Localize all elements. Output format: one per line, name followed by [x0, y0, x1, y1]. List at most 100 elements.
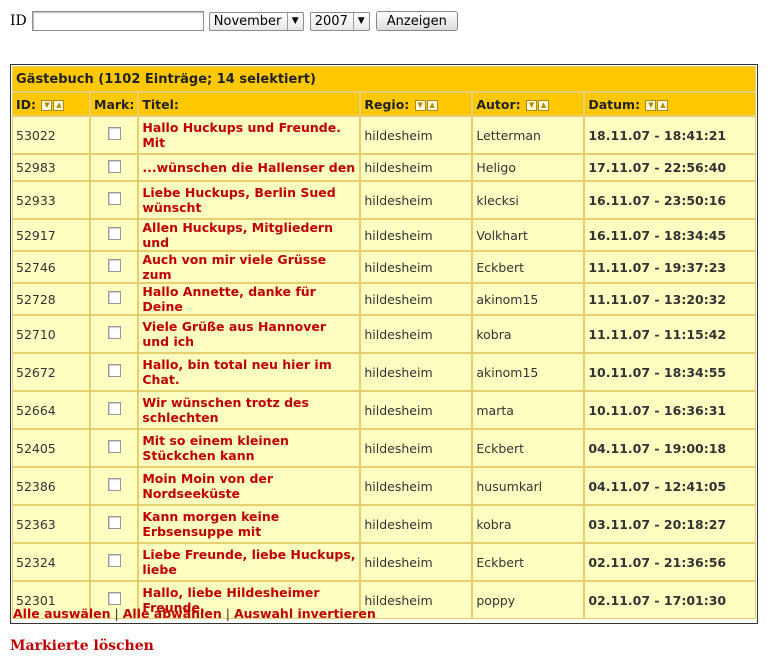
mark-checkbox[interactable] — [107, 516, 121, 529]
sort-desc-icon[interactable]: ▼ — [526, 99, 538, 111]
column-header-mark: Mark: — [90, 92, 139, 116]
month-select[interactable]: November ▼ — [208, 11, 304, 31]
mark-checkbox[interactable] — [107, 127, 121, 140]
sort-asc-icon[interactable]: ▲ — [53, 99, 65, 111]
column-header-id: ID: ▼ ▲ — [12, 92, 90, 116]
sort-desc-icon[interactable]: ▼ — [645, 99, 657, 111]
entry-id: 52324 — [12, 543, 90, 581]
mark-checkbox[interactable] — [107, 554, 121, 567]
entry-date: 04.11.07 - 19:00:18 — [584, 429, 756, 467]
mark-checkbox[interactable] — [107, 440, 121, 453]
entry-title-link[interactable]: Kann morgen keine Erbsensuppe mit — [138, 505, 361, 543]
entry-region: hildesheim — [360, 429, 473, 467]
mark-checkbox-cell — [90, 467, 139, 505]
sort-asc-icon[interactable]: ▲ — [657, 99, 669, 111]
mark-checkbox[interactable] — [107, 227, 121, 240]
show-button[interactable]: Anzeigen — [375, 11, 458, 31]
column-header-title-label: Titel: — [142, 96, 179, 112]
entry-author: Heligo — [472, 154, 585, 181]
year-select-value: 2007 — [314, 13, 348, 29]
sort-desc-icon[interactable]: ▼ — [414, 99, 426, 111]
id-label: ID — [10, 13, 27, 29]
entry-title-link[interactable]: Auch von mir viele Grüsse zum — [138, 251, 361, 283]
mark-checkbox[interactable] — [107, 402, 121, 415]
select-all-link[interactable]: Alle auswälen — [13, 606, 111, 621]
column-header-author: Autor: ▼ ▲ — [472, 92, 585, 116]
entry-region: hildesheim — [360, 353, 473, 391]
entry-date: 11.11.07 - 19:37:23 — [584, 251, 756, 283]
mark-checkbox[interactable] — [107, 259, 121, 272]
selection-links: Alle auswälen | Alle abwählen | Auswahl inve… — [13, 606, 376, 621]
entry-region: hildesheim — [360, 116, 473, 154]
entry-date: 17.11.07 - 22:56:40 — [584, 154, 756, 181]
link-separator: | — [114, 606, 119, 621]
entry-author: akinom15 — [472, 283, 585, 315]
mark-checkbox[interactable] — [107, 192, 121, 205]
entry-id: 52363 — [12, 505, 90, 543]
mark-checkbox-cell — [90, 391, 139, 429]
entry-author: marta — [472, 391, 585, 429]
entry-title-link[interactable]: Viele Grüße aus Hannover und ich — [138, 315, 361, 353]
entry-title-link[interactable]: Liebe Huckups, Berlin Sued wünscht — [138, 181, 361, 219]
entry-id: 52917 — [12, 219, 90, 251]
column-header-date: Datum: ▼ ▲ — [584, 92, 756, 116]
entry-title-link[interactable]: Hallo Huckups und Freunde. Mit — [138, 116, 361, 154]
mark-checkbox[interactable] — [107, 291, 121, 304]
guestbook-title: Gästebuch (1102 Einträge; 14 selektiert) — [12, 66, 756, 92]
deselect-all-link[interactable]: Alle abwählen — [123, 606, 222, 621]
entry-region: hildesheim — [360, 251, 473, 283]
mark-checkbox[interactable] — [107, 478, 121, 491]
entry-author: Eckbert — [472, 429, 585, 467]
column-header-id-label: ID: — [16, 96, 37, 112]
month-select-value: November — [213, 13, 282, 29]
table-row: 52405 Mit so einem kleinen Stückchen kann… — [12, 429, 756, 467]
entry-id: 52746 — [12, 251, 90, 283]
entry-date: 18.11.07 - 18:41:21 — [584, 116, 756, 154]
entry-date: 10.11.07 - 18:34:55 — [584, 353, 756, 391]
mark-checkbox[interactable] — [107, 592, 121, 605]
delete-marked-link[interactable]: Markierte löschen — [10, 638, 154, 654]
table-row: 52917 Allen Huckups, Mitgliedern und hilde… — [12, 219, 756, 251]
entry-title-link[interactable]: Moin Moin von der Nordseeküste — [138, 467, 361, 505]
mark-checkbox[interactable] — [107, 159, 121, 173]
entry-title-link[interactable]: Hallo, bin total neu hier im Chat. — [138, 353, 361, 391]
entry-date: 11.11.07 - 11:15:42 — [584, 315, 756, 353]
mark-checkbox[interactable] — [107, 326, 121, 339]
mark-checkbox-cell — [90, 219, 139, 251]
mark-checkbox-cell — [90, 251, 139, 283]
column-header-mark-label: Mark: — [94, 96, 135, 112]
entry-author: kobra — [472, 505, 585, 543]
entry-title-link[interactable]: Mit so einem kleinen Stückchen kann — [138, 429, 361, 467]
entry-region: hildesheim — [360, 315, 473, 353]
entry-title-link[interactable]: Liebe Freunde, liebe Huckups, liebe — [138, 543, 361, 581]
table-row: 52386 Moin Moin von der Nordseeküste hilde… — [12, 467, 756, 505]
table-row: 52710 Viele Grüße aus Hannover und ich hil… — [12, 315, 756, 353]
invert-selection-link[interactable]: Auswahl invertieren — [234, 606, 376, 621]
entry-date: 02.11.07 - 21:36:56 — [584, 543, 756, 581]
entry-author: akinom15 — [472, 353, 585, 391]
mark-checkbox-cell — [90, 154, 139, 181]
mark-checkbox[interactable] — [107, 364, 121, 377]
entry-title-link[interactable]: Allen Huckups, Mitgliedern und — [138, 219, 361, 251]
sort-asc-icon[interactable]: ▲ — [538, 99, 550, 111]
mark-checkbox-cell — [90, 353, 139, 391]
column-header-date-label: Datum: — [588, 96, 641, 112]
entry-author: klecksi — [472, 181, 585, 219]
id-input[interactable] — [31, 11, 204, 31]
year-select[interactable]: 2007 ▼ — [309, 11, 370, 31]
mark-checkbox-cell — [90, 283, 139, 315]
entry-region: hildesheim — [360, 467, 473, 505]
entry-title-link[interactable]: ...wünschen die Hallenser den — [138, 154, 361, 181]
entry-title-link[interactable]: Hallo Annette, danke für Deine — [138, 283, 361, 315]
entry-region: hildesheim — [360, 181, 473, 219]
entry-title-link[interactable]: Wir wünschen trotz des schlechten — [138, 391, 361, 429]
entry-region: hildesheim — [360, 154, 473, 181]
entry-date: 03.11.07 - 20:18:27 — [584, 505, 756, 543]
sort-desc-icon[interactable]: ▼ — [41, 99, 53, 111]
entry-date: 16.11.07 - 18:34:45 — [584, 219, 756, 251]
entry-id: 52664 — [12, 391, 90, 429]
sort-asc-icon[interactable]: ▲ — [426, 99, 438, 111]
table-row: 52983 ...wünschen die Hallenser den hildes… — [12, 154, 756, 181]
table-row: 52933 Liebe Huckups, Berlin Sued wünscht h… — [12, 181, 756, 219]
entry-id: 52933 — [12, 181, 90, 219]
